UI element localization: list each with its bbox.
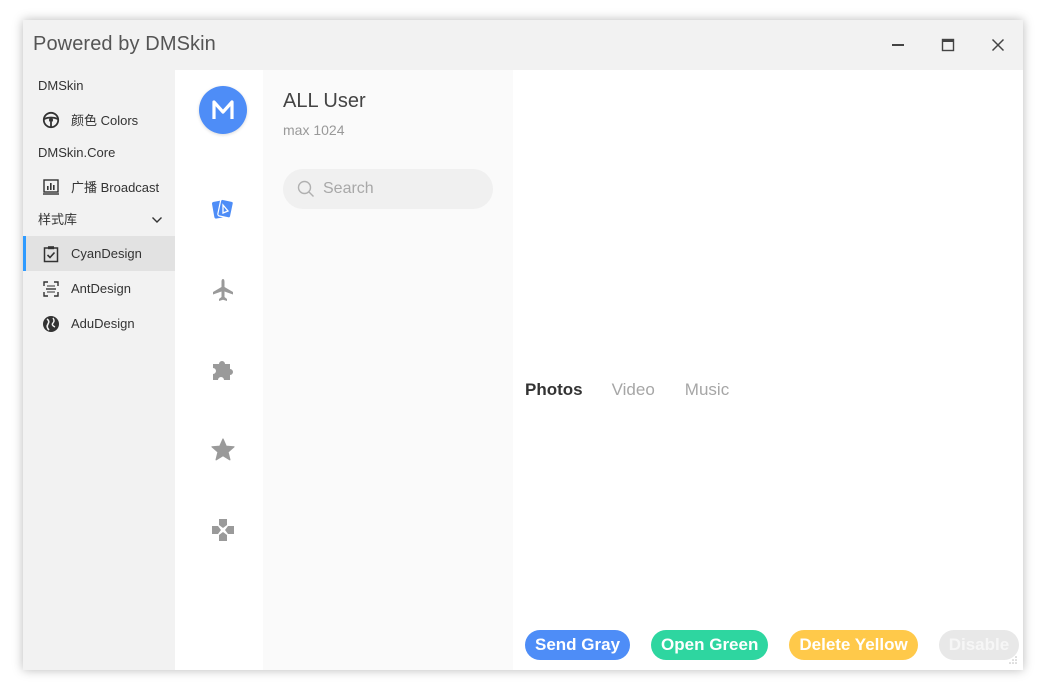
minimize-icon xyxy=(892,44,904,46)
clipboard-check-icon xyxy=(41,244,61,264)
chart-icon xyxy=(41,177,61,197)
tab-photos[interactable]: Photos xyxy=(525,380,583,400)
nav-group-label: 样式库 xyxy=(38,212,78,227)
action-buttons: Send Gray Open Green Delete Yellow Disab… xyxy=(525,630,1020,660)
list-title: ALL User xyxy=(283,90,366,112)
search-icon xyxy=(297,180,314,197)
sidebar-item-colors[interactable]: 颜色 Colors xyxy=(23,102,175,137)
airplane-icon xyxy=(213,279,233,301)
icon-rail xyxy=(175,70,263,670)
rail-item-airplane[interactable] xyxy=(205,272,241,308)
sidebar-item-cyandesign[interactable]: CyanDesign xyxy=(23,236,175,271)
search-box[interactable] xyxy=(283,169,493,209)
open-green-button[interactable]: Open Green xyxy=(651,630,769,660)
minimize-button[interactable] xyxy=(873,20,923,70)
content-area: Photos Video Music Send Gray Open Green … xyxy=(513,70,1023,670)
sidebar-item-antdesign[interactable]: AntDesign xyxy=(23,271,175,306)
nav-group-label: DMSkin xyxy=(38,78,84,93)
nav-group-style-library[interactable]: 样式库 xyxy=(23,204,175,236)
maximize-icon xyxy=(941,38,955,52)
rail-item-cards[interactable] xyxy=(205,191,241,227)
media-tabs: Photos Video Music xyxy=(525,380,759,400)
sidebar-item-label: CyanDesign xyxy=(71,246,142,261)
app-window: Powered by DMSkin DMSkin 颜色 Colors DMSki… xyxy=(23,20,1023,670)
maximize-button[interactable] xyxy=(923,20,973,70)
send-gray-button[interactable]: Send Gray xyxy=(525,630,631,660)
nav-group-label: DMSkin.Core xyxy=(38,145,116,160)
rail-item-gamepad[interactable] xyxy=(205,512,241,548)
sidebar: DMSkin 颜色 Colors DMSkin.Core 广播 Broadcas… xyxy=(23,70,175,670)
list-subtitle: max 1024 xyxy=(283,122,345,138)
scan-icon xyxy=(41,279,61,299)
delete-yellow-button[interactable]: Delete Yellow xyxy=(789,630,918,660)
globe-icon xyxy=(41,314,61,334)
search-input[interactable] xyxy=(323,180,483,198)
title-bar[interactable]: Powered by DMSkin xyxy=(23,20,1023,70)
avatar[interactable] xyxy=(199,86,247,134)
star-icon xyxy=(211,438,235,461)
rail-item-puzzle[interactable] xyxy=(205,352,241,388)
nav-group-dmskin-core: DMSkin.Core xyxy=(23,137,175,169)
window-title: Powered by DMSkin xyxy=(33,33,216,55)
sidebar-item-label: 广播 Broadcast xyxy=(71,180,160,195)
tab-music[interactable]: Music xyxy=(685,380,729,400)
nav-group-dmskin: DMSkin xyxy=(23,70,175,102)
resize-grip-icon[interactable] xyxy=(1007,654,1017,664)
sidebar-item-label: AntDesign xyxy=(71,281,131,296)
close-button[interactable] xyxy=(973,20,1023,70)
sidebar-item-broadcast[interactable]: 广播 Broadcast xyxy=(23,169,175,204)
rail-item-star[interactable] xyxy=(205,432,241,468)
user-list-pane: ALL User max 1024 xyxy=(263,70,513,670)
m-logo-icon xyxy=(212,100,234,119)
sidebar-item-label: 颜色 Colors xyxy=(71,113,139,128)
cards-icon xyxy=(212,198,234,219)
sidebar-item-label: AduDesign xyxy=(71,316,135,331)
window-controls xyxy=(873,20,1023,70)
tab-video[interactable]: Video xyxy=(612,380,655,400)
gamepad-icon xyxy=(212,519,234,541)
puzzle-icon xyxy=(213,361,233,380)
steering-wheel-icon xyxy=(41,110,61,130)
chevron-down-icon xyxy=(152,217,162,223)
close-icon xyxy=(991,38,1005,52)
sidebar-item-adudesign[interactable]: AduDesign xyxy=(23,306,175,341)
